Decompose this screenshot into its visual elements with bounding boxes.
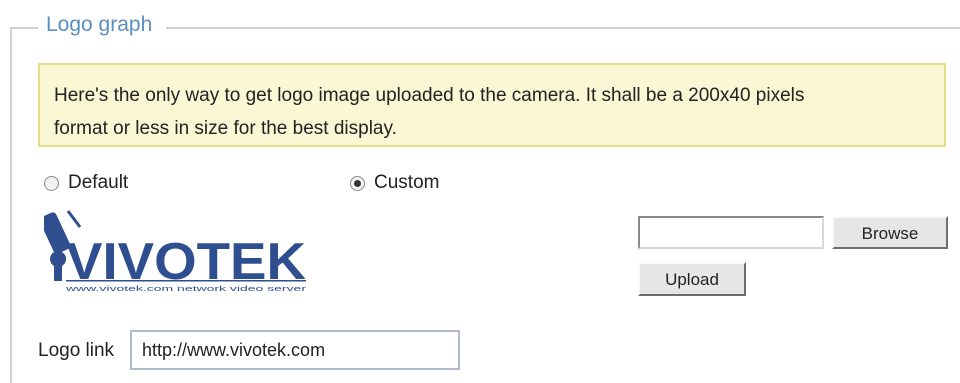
notice-line-2: format or less in size for the best disp… [54, 118, 397, 139]
logo-link-label: Logo link [38, 340, 115, 361]
radio-custom-label: Custom [374, 172, 440, 193]
radio-default[interactable]: Default [44, 172, 128, 194]
radio-default-label: Default [68, 172, 129, 193]
logo-link-input[interactable]: http://www.vivotek.com [130, 330, 460, 370]
browse-button[interactable]: Browse [832, 216, 948, 249]
logo-subtext: www.vivotek.com network video server [64, 286, 307, 293]
radio-custom-circle[interactable] [350, 175, 365, 191]
section-legend: Logo graph [38, 12, 167, 38]
notice-line-1: Here's the only way to get logo image up… [54, 85, 805, 106]
radio-default-circle[interactable] [44, 175, 59, 191]
fieldset-border-left [10, 27, 12, 383]
radio-custom[interactable]: Custom [350, 172, 439, 194]
vivotek-logo: VIVOTEK www.vivotek.com network video se… [44, 210, 307, 293]
notice-box: Here's the only way to get logo image up… [38, 63, 946, 147]
logo-wordmark: VIVOTEK [66, 233, 306, 291]
upload-button[interactable]: Upload [638, 262, 746, 296]
logo-file-input[interactable] [638, 216, 824, 249]
